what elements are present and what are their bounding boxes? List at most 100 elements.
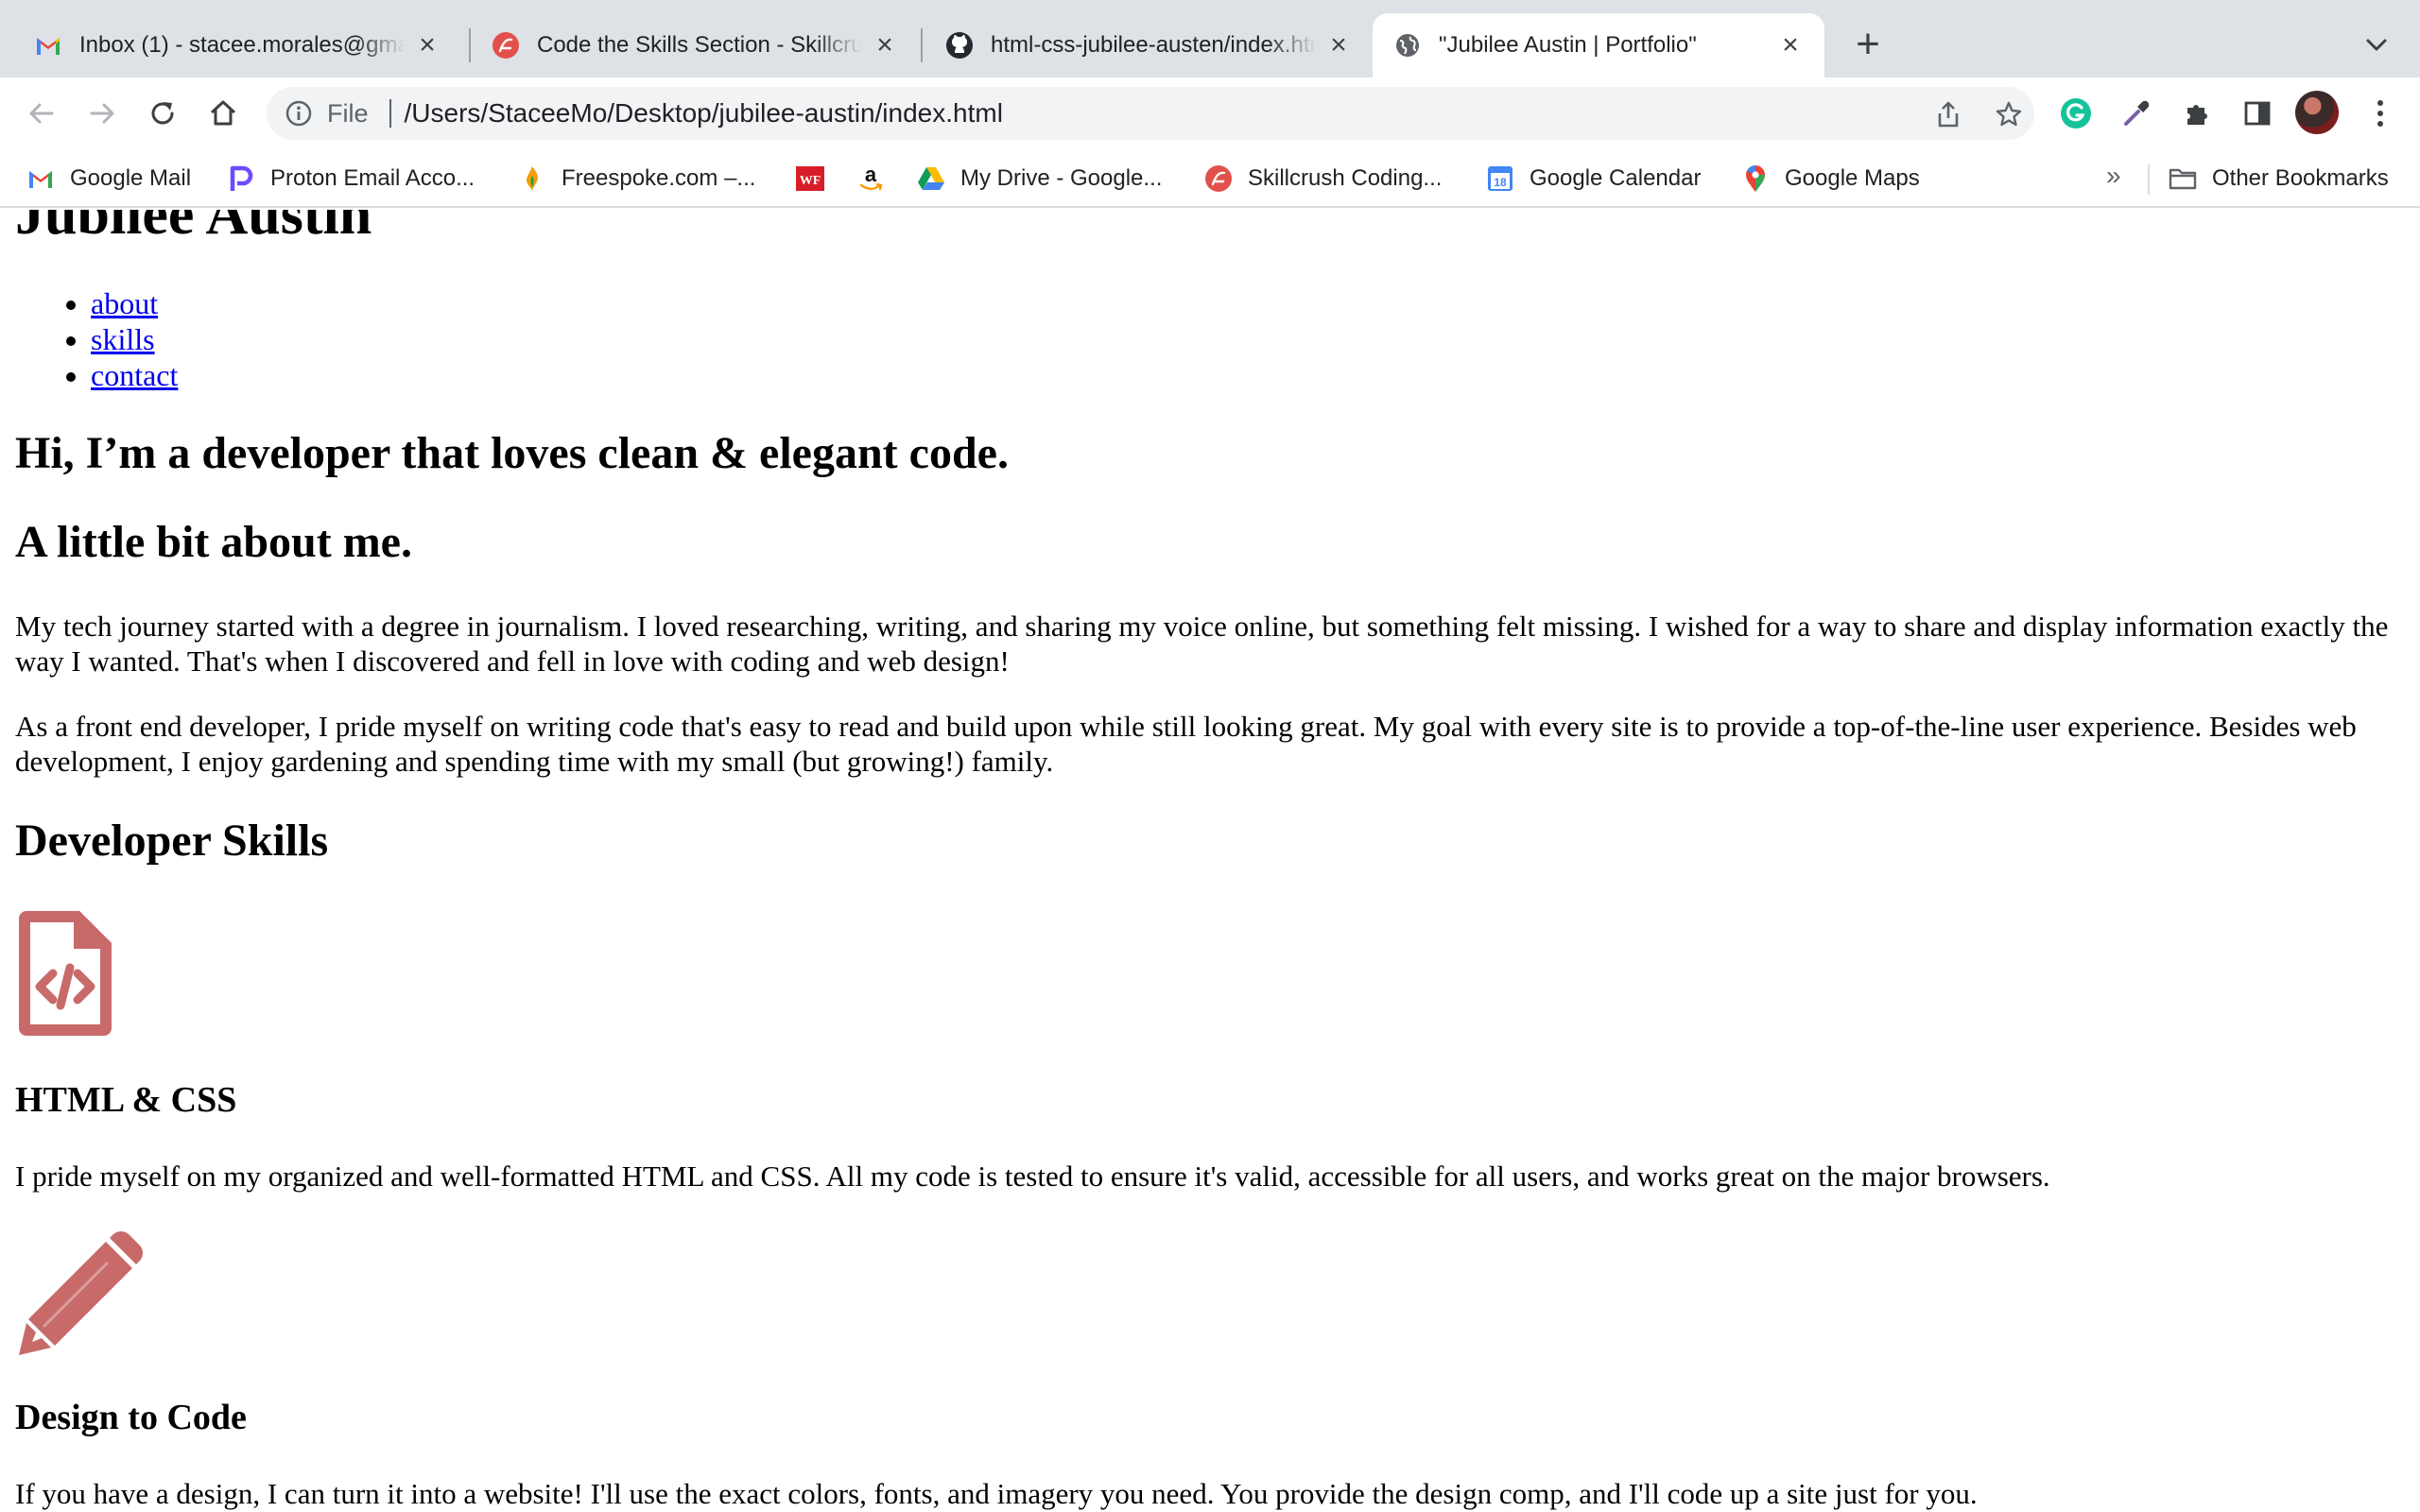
tab-portfolio-active[interactable]: "Jubilee Austin | Portfolio" × (1373, 13, 1824, 77)
bookmark-freespoke[interactable]: Freespoke.com –... (518, 161, 755, 197)
bookmarks-overflow-button[interactable]: » (2106, 161, 2121, 191)
github-icon (945, 31, 974, 60)
tab-strip: Inbox (1) - stacee.morales@gmail.com × C… (0, 0, 2420, 77)
svg-text:a: a (865, 164, 877, 186)
nav-link-skills[interactable]: skills (91, 322, 155, 356)
nav-item-about: about (91, 285, 178, 321)
skill-description: I pride myself on my organized and well-… (15, 1160, 2050, 1193)
close-icon[interactable]: × (1777, 31, 1804, 60)
reload-icon (151, 102, 174, 125)
bookmark-label: Proton Email Acco... (270, 165, 475, 191)
bookmark-skillcrush[interactable]: Skillcrush Coding... (1204, 161, 1442, 197)
share-icon[interactable] (1932, 98, 1964, 130)
wf-icon: WF (796, 164, 824, 193)
about-paragraph: As a front end developer, I pride myself… (15, 710, 2357, 778)
gmail-icon (26, 164, 55, 193)
forward-button[interactable] (79, 91, 125, 136)
bookmark-my-drive[interactable]: My Drive - Google... (917, 161, 1162, 197)
bookmark-proton-email[interactable]: Proton Email Acco... (227, 161, 475, 197)
bookmark-google-mail[interactable]: Google Mail (26, 161, 191, 197)
skill-description: If you have a design, I can turn it into… (15, 1477, 1978, 1510)
bookmark-label: Google Mail (70, 165, 192, 191)
web-page-viewport: Jubilee Austin about skills contact Hi, … (0, 210, 2420, 1512)
close-icon[interactable]: × (872, 31, 898, 60)
address-bar[interactable]: File /Users/StaceeMo/Desktop/jubilee-aus… (267, 87, 2034, 140)
tab-search-button[interactable] (2358, 26, 2395, 64)
bookmark-amazon[interactable]: a (856, 161, 885, 197)
tab-title: Code the Skills Section - Skillcrush (537, 32, 862, 58)
folder-icon (2169, 164, 2197, 193)
wf-badge-text: WF (800, 174, 821, 188)
bookmark-label: Other Bookmarks (2212, 165, 2389, 191)
nav-link-contact[interactable]: contact (91, 358, 178, 392)
bookmark-google-maps[interactable]: Google Maps (1741, 161, 1920, 197)
bookmark-wf[interactable]: WF (796, 161, 824, 197)
bookmark-label: Google Maps (1785, 165, 1920, 191)
google-calendar-icon: 18 (1486, 164, 1514, 193)
tab-title: html-css-jubilee-austen/index.html (991, 32, 1316, 58)
bookmark-label: Skillcrush Coding... (1248, 165, 1443, 191)
nav-item-skills: skills (91, 321, 178, 357)
url-divider (389, 99, 391, 128)
bookmarks-bar: Google Mail Proton Email Acco... Freespo… (0, 149, 2420, 208)
new-tab-button[interactable]: + (1845, 23, 1891, 68)
site-nav: about skills contact (91, 285, 178, 393)
side-panel-button[interactable] (2235, 91, 2280, 136)
nav-item-contact: contact (91, 357, 178, 393)
skillcrush-icon (1204, 164, 1233, 193)
arrow-right-icon (90, 103, 114, 124)
info-icon[interactable] (284, 98, 314, 129)
tab-gmail-inbox[interactable]: Inbox (1) - stacee.morales@gmail.com × (13, 13, 461, 77)
file-code-icon (15, 907, 115, 1044)
extensions-button[interactable] (2174, 91, 2220, 136)
bookmarks-divider (2148, 164, 2150, 195)
profile-avatar[interactable] (2295, 91, 2339, 134)
amazon-icon: a (856, 164, 885, 193)
arrow-left-icon (29, 103, 54, 124)
about-heading: A little bit about me. (15, 517, 412, 567)
chevron-down-icon (2366, 39, 2387, 51)
about-paragraph: My tech journey started with a degree in… (15, 610, 2389, 678)
google-drive-icon (917, 164, 945, 193)
gmail-icon (34, 31, 62, 60)
bookmark-label: Google Calendar (1530, 165, 1702, 191)
tab-title: Inbox (1) - stacee.morales@gmail.com (79, 32, 405, 58)
url-text[interactable]: /Users/StaceeMo/Desktop/jubilee-austin/i… (405, 98, 1003, 129)
browser-toolbar: File /Users/StaceeMo/Desktop/jubilee-aus… (0, 77, 2420, 149)
google-maps-icon (1741, 164, 1770, 193)
calendar-day-text: 18 (1494, 176, 1507, 189)
skillcrush-icon (492, 31, 520, 60)
tab-separator (921, 28, 923, 62)
more-vert-icon (2377, 100, 2383, 127)
proton-icon (227, 164, 255, 193)
pencil-icon (15, 1221, 153, 1364)
close-icon[interactable]: × (414, 31, 441, 60)
skill-title: Design to Code (15, 1398, 247, 1437)
nav-link-about[interactable]: about (91, 286, 158, 320)
skills-heading: Developer Skills (15, 816, 329, 866)
globe-icon (1393, 31, 1422, 60)
home-button[interactable] (200, 91, 246, 136)
grammarly-icon (2061, 98, 2091, 129)
reload-button[interactable] (140, 91, 185, 136)
tab-title: "Jubilee Austin | Portfolio" (1439, 32, 1697, 58)
close-icon[interactable]: × (1325, 31, 1352, 60)
hero-heading: Hi, I’m a developer that loves clean & e… (15, 428, 1009, 478)
bookmark-star-icon[interactable] (1993, 98, 2025, 130)
tab-skillcrush-lesson[interactable]: Code the Skills Section - Skillcrush × (471, 13, 919, 77)
other-bookmarks-folder[interactable]: Other Bookmarks (2169, 161, 2389, 197)
browser-menu-button[interactable] (2358, 91, 2403, 136)
grammarly-extension-button[interactable] (2053, 91, 2099, 136)
puzzle-icon (2187, 105, 2207, 125)
site-title: Jubilee Austin (15, 210, 372, 247)
freespoke-icon (518, 164, 546, 193)
bookmark-label: Freespoke.com –... (562, 165, 756, 191)
eyedropper-icon (2124, 100, 2150, 126)
skill-title: HTML & CSS (15, 1080, 237, 1120)
tab-github-file[interactable]: html-css-jubilee-austen/index.html × (925, 13, 1373, 77)
bookmark-google-calendar[interactable]: 18 Google Calendar (1486, 161, 1701, 197)
side-panel-icon (2244, 101, 2271, 126)
url-scheme-label: File (327, 98, 369, 128)
color-picker-extension-button[interactable] (2114, 91, 2159, 136)
back-button[interactable] (19, 91, 64, 136)
